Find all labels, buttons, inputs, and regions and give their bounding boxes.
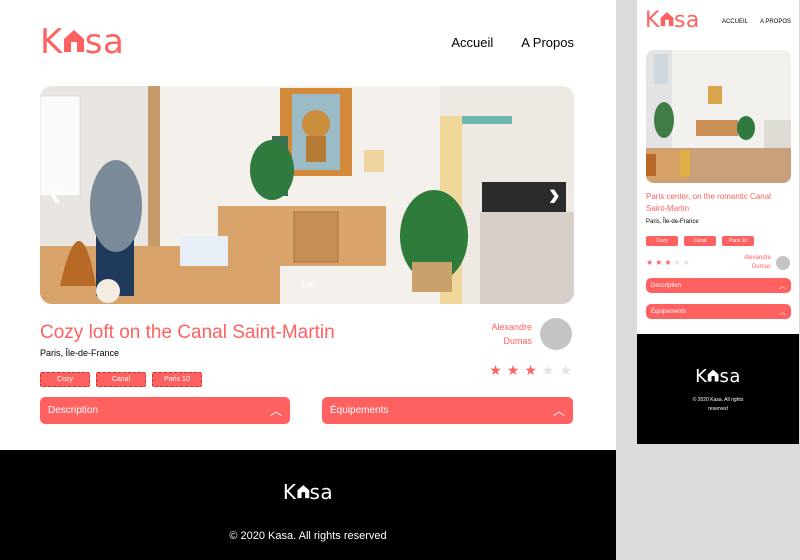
star-empty-icon: ★ xyxy=(541,362,555,378)
mobile-footer: K sa © 2020 Kasa. All rights reserved xyxy=(637,334,799,444)
gallery-photo xyxy=(646,50,791,183)
tag-cozy: Cozy xyxy=(646,236,678,246)
host-name: Alexandre Dumas xyxy=(743,255,771,270)
chevron-up-icon: ︿ xyxy=(779,282,786,290)
host-name: Alexandre Dumas xyxy=(491,322,532,346)
star-filled-icon: ★ xyxy=(664,258,672,267)
chevron-up-icon: ︿ xyxy=(552,404,565,418)
host-info: Alexandre Dumas xyxy=(491,318,572,350)
gallery-slideshow: ‹ › 1/4 xyxy=(40,86,574,304)
rating-stars: ★ ★ ★ ★ ★ xyxy=(489,362,572,379)
gallery-photo xyxy=(40,86,574,304)
description-label: Description xyxy=(651,282,682,289)
description-collapse[interactable]: Description ︿ xyxy=(40,397,290,424)
listing-location: Paris, Île-de-France xyxy=(40,348,120,358)
star-empty-icon: ★ xyxy=(559,362,572,378)
tag-paris-10: Paris 10 xyxy=(152,372,202,387)
chevron-right-icon[interactable]: › xyxy=(549,176,560,215)
chevron-up-icon: ︿ xyxy=(779,308,786,316)
nav-link-a-propos[interactable]: A Propos xyxy=(521,35,574,50)
nav-link-accueil[interactable]: Accueil xyxy=(451,35,493,50)
footer: K sa © 2020 Kasa. All rights reserved xyxy=(0,450,616,560)
main-nav: ACCUEIL A PROPOS xyxy=(722,19,791,25)
nav-link-a-propos[interactable]: A PROPOS xyxy=(760,19,791,25)
equipments-label: Équipements xyxy=(651,308,687,315)
description-label: Description xyxy=(48,405,99,416)
house-icon xyxy=(707,366,719,387)
nav-link-accueil[interactable]: ACCUEIL xyxy=(722,19,748,25)
star-empty-icon: ★ xyxy=(673,258,681,267)
star-filled-icon: ★ xyxy=(489,362,502,378)
listing-title: Cozy loft on the Canal Saint-Martin xyxy=(40,322,335,343)
tag-canal: Canal xyxy=(96,372,146,387)
house-icon xyxy=(296,480,309,504)
copyright: © 2020 Kasa. All rights reserved xyxy=(692,397,744,412)
avatar xyxy=(776,256,790,270)
rating-stars: ★ ★ ★ ★ ★ xyxy=(646,258,690,267)
tag-canal: Canal xyxy=(684,236,716,246)
kasa-footer-logo: K sa xyxy=(282,480,334,504)
star-filled-icon: ★ xyxy=(506,362,520,378)
description-collapse[interactable]: Description ︿ xyxy=(646,278,791,293)
equipments-label: Équipements xyxy=(330,405,389,416)
gallery-slideshow xyxy=(646,50,791,183)
house-icon xyxy=(660,8,674,33)
chevron-up-icon: ︿ xyxy=(269,404,282,418)
star-filled-icon: ★ xyxy=(524,362,537,378)
chevron-left-icon[interactable]: ‹ xyxy=(50,176,61,215)
star-filled-icon: ★ xyxy=(646,258,654,267)
tag-list: Cozy Canal Paris 10 xyxy=(646,236,754,246)
tag-paris-10: Paris 10 xyxy=(722,236,754,246)
listing-title: Paris center, on the romantic Canal Sain… xyxy=(646,192,771,213)
equipments-collapse[interactable]: Équipements ︿ xyxy=(646,304,791,319)
equipments-collapse[interactable]: Équipements ︿ xyxy=(322,397,573,424)
listing-location: Paris, Île-de-France xyxy=(646,219,699,225)
slide-counter: 1/4 xyxy=(300,280,314,290)
star-empty-icon: ★ xyxy=(682,258,690,267)
house-icon xyxy=(63,22,85,62)
star-filled-icon: ★ xyxy=(655,258,663,267)
kasa-logo[interactable]: K sa xyxy=(40,22,124,62)
main-nav: Accueil A Propos xyxy=(451,35,574,50)
kasa-footer-logo: K sa xyxy=(695,366,741,387)
host-info: Alexandre Dumas xyxy=(744,254,790,272)
tag-list: Cozy Canal Paris 10 xyxy=(40,372,202,387)
copyright: © 2020 Kasa. All rights reserved xyxy=(229,530,387,542)
avatar xyxy=(540,318,572,350)
desktop-mockup: K sa Accueil A Propos ‹ › 1/4 Cozy loft … xyxy=(0,0,616,560)
kasa-logo[interactable]: K sa xyxy=(645,8,700,33)
tag-cozy: Cozy xyxy=(40,372,90,387)
